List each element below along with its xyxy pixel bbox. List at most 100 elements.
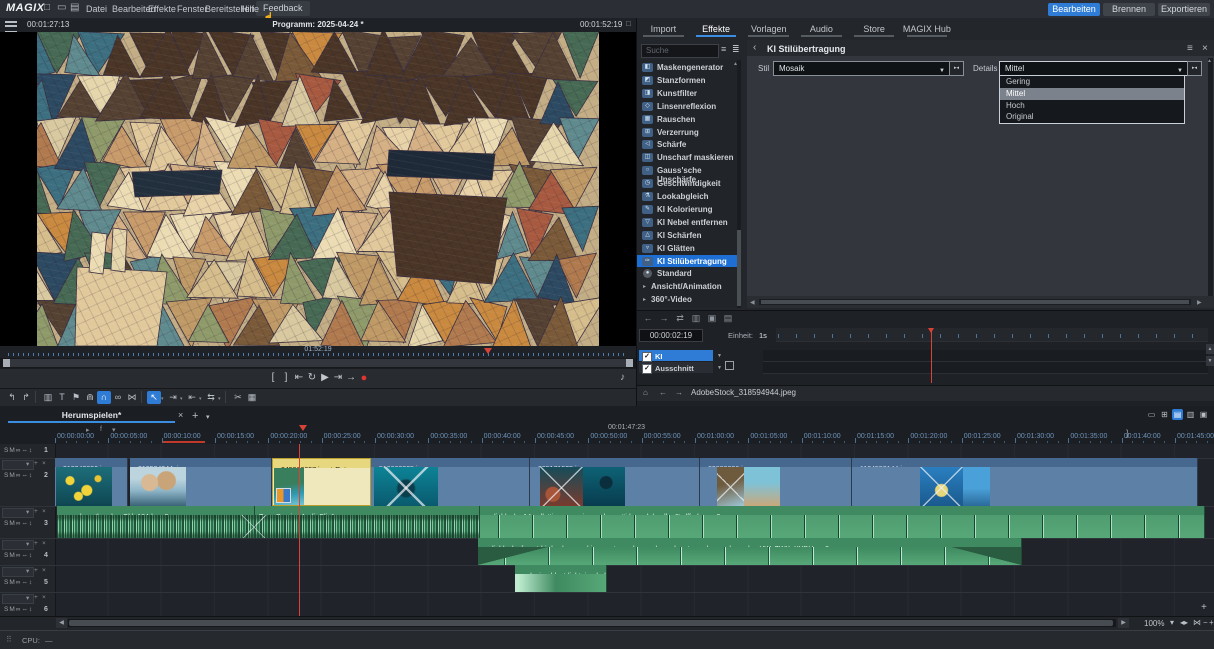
object-grid-icon[interactable]: ▦: [245, 391, 259, 404]
redo-icon[interactable]: ↱: [19, 391, 33, 404]
unlink-objects-icon[interactable]: ⋈: [125, 391, 139, 404]
stil-keyframe-button[interactable]: ▸◂: [949, 61, 964, 76]
unit-value[interactable]: 1s: [759, 331, 767, 340]
transport-loop-playback[interactable]: ↻: [305, 372, 319, 383]
tab-audio[interactable]: Audio: [795, 22, 848, 38]
set-marker-icon[interactable]: ⚑: [69, 391, 83, 404]
clip-318594944-jpeg[interactable]: 318594944 .jpeg: [130, 458, 272, 506]
zoom-object-icon[interactable]: ⋈: [1193, 618, 1201, 627]
clip-very-close-thunder-Gkl-184d-mp[interactable]: very-close-thunder_Gkl_184d.mp3: [57, 506, 255, 538]
mode-button-brennen[interactable]: Brennen: [1103, 3, 1155, 16]
clip-995171525-jpeg[interactable]: 995171525.jpeg: [530, 458, 700, 506]
transport-jump-to-start[interactable]: ⇤: [292, 372, 306, 383]
tab-vorlagen[interactable]: Vorlagen: [742, 22, 795, 38]
effect-item-360-video[interactable]: ▸360°-Video: [637, 293, 737, 306]
effect-item-geschwindigkeit[interactable]: ◷Geschwindigkeit: [637, 177, 737, 190]
clip-explosion-blast-lightning-bolt[interactable]: explosion-blast-lightning-bolt...: [515, 565, 607, 592]
effect-item-gauss-sche-unschärfe[interactable]: ○Gauss'sche Unschärfe: [637, 164, 737, 177]
tab-magix-hub[interactable]: MAGIX Hub: [901, 22, 954, 38]
dropdown-option-hoch[interactable]: Hoch: [1000, 100, 1184, 112]
menu-item-datei[interactable]: Datei: [86, 4, 107, 14]
project-tab[interactable]: Herumspielen*: [8, 408, 175, 423]
track-slot-icon[interactable]: +: [34, 460, 38, 467]
track-toggle-icons[interactable]: SM∞⇔↕: [4, 520, 33, 527]
row-caret-icon[interactable]: ▼: [717, 365, 722, 371]
effect-detail-close-icon[interactable]: ×: [1202, 43, 1208, 54]
track-header-1[interactable]: SM∞⇔↕1: [0, 444, 55, 458]
row-caret-icon[interactable]: ▼: [717, 353, 722, 359]
keyframe-row-ausschnitt[interactable]: ✓Ausschnitt: [639, 362, 713, 373]
effect-item-ki-stilübertragung[interactable]: ✑KI Stilübertragung: [637, 255, 737, 268]
track-header-6[interactable]: ▾+×SM∞⇔↕6: [0, 592, 55, 616]
track-slot-icon[interactable]: ×: [42, 540, 46, 547]
track-slot-icon[interactable]: ▾: [26, 594, 29, 602]
keyframe-scroll-down[interactable]: ▼: [1206, 356, 1214, 366]
clip-TempPreviewAudioClip1-wav[interactable]: TempPreviewAudioClip1.wav: [255, 506, 480, 538]
new-project-icon[interactable]: □: [44, 2, 50, 13]
scrub-handle-left[interactable]: [3, 359, 10, 367]
stil-select[interactable]: Mosaik▼: [773, 61, 950, 76]
track-slot-icon[interactable]: ×: [42, 508, 46, 515]
prev-keyframe-icon[interactable]: ←: [641, 313, 655, 323]
track-slot-icon[interactable]: ×: [42, 460, 46, 467]
mode-button-bearbeiten[interactable]: Bearbeiten: [1048, 3, 1100, 16]
preview-scrub-bar[interactable]: [3, 359, 633, 367]
dropdown-option-gering[interactable]: Gering: [1000, 76, 1184, 88]
object-home-icon[interactable]: ⌂: [643, 388, 648, 397]
effect-item-schärfe[interactable]: ◁Schärfe: [637, 138, 737, 151]
title-editor-icon[interactable]: T: [55, 391, 69, 404]
effects-list-scrollbar-thumb[interactable]: [737, 230, 741, 306]
effect-checkbox[interactable]: ✓: [642, 352, 652, 362]
copy-keyframe-icon[interactable]: ▣: [705, 313, 719, 324]
track-toggle-icons[interactable]: SM∞⇔↕: [4, 447, 33, 454]
video-preview-canvas[interactable]: [0, 32, 636, 346]
search-input[interactable]: Suche: [641, 44, 719, 58]
track-toggle-icons[interactable]: SM∞⇔↕: [4, 606, 33, 613]
clip-1124553144-jpeg[interactable]: 1124553144.jpeg: [852, 458, 1198, 506]
effect-item-unscharf-maskieren[interactable]: ◫Unscharf maskieren: [637, 151, 737, 164]
dropdown-option-mittel[interactable]: Mittel: [1000, 88, 1184, 100]
split-object-icon[interactable]: ✂: [231, 391, 245, 404]
clip-audioblocks-14-collettivo-armo[interactable]: audioblocks-14-collettivo-armonico-carlo…: [480, 506, 1205, 538]
track-slot-icon[interactable]: +: [34, 508, 38, 515]
detail-vscrollbar[interactable]: [1208, 58, 1213, 296]
tab-store[interactable]: Store: [848, 22, 901, 38]
keyframe-timecode[interactable]: 00:00:02:19: [639, 329, 703, 342]
keyframe-track-strip[interactable]: [763, 362, 1208, 374]
tab-import[interactable]: Import: [637, 22, 690, 38]
effect-item-stanzformen[interactable]: ◩Stanzformen: [637, 74, 737, 87]
keyframe-scroll-up[interactable]: ▲: [1206, 344, 1214, 354]
track-slot-icon[interactable]: ×: [42, 594, 46, 601]
track-header-3[interactable]: ▾+×SM∞⇔↕3: [0, 506, 55, 538]
track-slot-icon[interactable]: ▾: [26, 540, 29, 548]
ruler-selection-range[interactable]: [163, 441, 205, 443]
link-objects-icon[interactable]: ∞: [111, 391, 125, 404]
track-toggle-icons[interactable]: SM∞⇔↕: [4, 579, 33, 586]
view-storyboard[interactable]: ▭: [1146, 409, 1157, 420]
keyframe-track-strip[interactable]: [763, 350, 1208, 362]
track-slot-icon[interactable]: ×: [42, 567, 46, 574]
ruler-corner-icon-1[interactable]: f: [100, 426, 102, 433]
effect-item-lookabgleich[interactable]: ⚗Lookabgleich: [637, 190, 737, 203]
keyframe-playhead-marker[interactable]: [928, 328, 934, 333]
snap-magnet-icon[interactable]: ∩: [97, 391, 111, 404]
details-select[interactable]: Mittel▼: [999, 61, 1188, 76]
delete-keyframe-icon[interactable]: ▥: [689, 313, 703, 324]
track-slot-icon[interactable]: +: [34, 567, 38, 574]
transport-frame-step[interactable]: ⇥: [331, 372, 345, 383]
transport-play[interactable]: ▶: [318, 372, 332, 383]
clip-audioblocks-forest-birds-close[interactable]: audioblocks-forest-birds-close-ambience-…: [478, 538, 1022, 565]
details-keyframe-button[interactable]: ▸◂: [1187, 61, 1202, 76]
track-toggle-icons[interactable]: SM∞⇔↕: [4, 552, 33, 559]
zoom-out[interactable]: −: [1203, 618, 1208, 627]
mouse-mode-single-icon[interactable]: ⇥: [166, 391, 180, 404]
add-track-icon[interactable]: +: [1201, 602, 1207, 613]
effect-item-linsenreflexion[interactable]: ◇Linsenreflexion: [637, 100, 737, 113]
effect-item-maskengenerator[interactable]: ◧Maskengenerator: [637, 61, 737, 74]
effect-item-ki-schärfen[interactable]: △KI Schärfen: [637, 229, 737, 242]
zoom-fit-icon[interactable]: ◂▸: [1180, 618, 1188, 627]
track-slot-icon[interactable]: +: [34, 594, 38, 601]
keyframe-curve-box-icon[interactable]: [725, 361, 734, 370]
menu-item-hilfe[interactable]: Hilfe: [241, 4, 259, 14]
project-tab-close-icon[interactable]: ×: [178, 410, 183, 420]
